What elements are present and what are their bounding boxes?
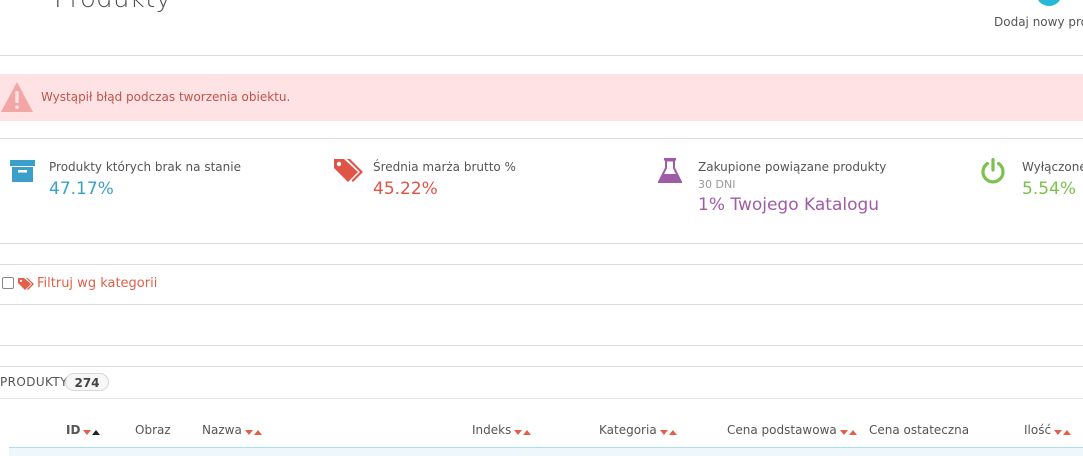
kpi-out-of-stock[interactable]: [10, 158, 36, 184]
sort-asc-icon[interactable]: [1063, 429, 1072, 435]
warning-icon: [1, 82, 33, 112]
kpi-value: 45.22%: [373, 179, 438, 199]
filter-by-category-link[interactable]: Filtruj wg kategorii: [37, 276, 157, 291]
kpi-value: 5.54%: [1022, 179, 1077, 199]
column-header-image: Obraz: [135, 423, 171, 437]
filter-category-checkbox[interactable]: [2, 277, 14, 289]
divider: [0, 304, 1083, 305]
sort-desc-icon[interactable]: [659, 429, 668, 435]
sort-asc-icon[interactable]: [253, 429, 262, 435]
kpi-label: Średnia marża brutto %: [373, 160, 516, 174]
sort-desc-icon[interactable]: [244, 429, 253, 435]
sort-asc-icon[interactable]: [848, 429, 857, 435]
divider: [0, 366, 1083, 367]
sort-asc-icon[interactable]: [523, 429, 532, 435]
kpi-value: 47.17%: [49, 179, 114, 199]
divider: [0, 264, 1083, 265]
tags-icon: [18, 278, 34, 290]
divider: [0, 398, 1083, 399]
column-header-id[interactable]: ID: [66, 423, 101, 438]
products-count-badge: 274: [65, 373, 109, 391]
column-header-quantity[interactable]: Ilość: [1024, 423, 1072, 438]
power-icon: [981, 158, 1005, 184]
kpi-gross-margin[interactable]: [333, 157, 363, 185]
flask-icon: [658, 158, 682, 183]
kpi-disabled[interactable]: [980, 158, 1006, 184]
column-header-label: Cena podstawowa: [727, 423, 837, 437]
column-header-name[interactable]: Nazwa: [202, 423, 263, 438]
kpi-value: 1% Twojego Katalogu: [698, 195, 880, 215]
kpi-label: Wyłączone: [1022, 160, 1083, 174]
add-new-product-icon[interactable]: [1036, 0, 1062, 6]
column-header-base-price[interactable]: Cena podstawowa: [727, 423, 858, 438]
column-header-label: ID: [66, 423, 81, 437]
products-heading: PRODUKTY: [0, 375, 68, 389]
column-header-label: Indeks: [472, 423, 512, 437]
divider: [0, 55, 1083, 56]
kpi-label: Zakupione powiązane produkty: [698, 160, 887, 174]
column-header-label: Ilość: [1024, 423, 1052, 437]
kpi-purchased-related[interactable]: [658, 158, 682, 184]
divider: [0, 243, 1083, 244]
page-title: Produkty: [54, 0, 171, 14]
column-header-label: Cena ostateczna: [869, 423, 970, 437]
sort-desc-icon[interactable]: [1054, 429, 1063, 435]
divider: [0, 345, 1083, 346]
sort-desc-icon[interactable]: [83, 429, 92, 435]
sort-asc-icon[interactable]: [668, 429, 677, 435]
add-new-product-button[interactable]: Dodaj nowy pro: [994, 15, 1083, 29]
divider: [0, 138, 1083, 139]
error-alert-message: Wystąpił błąd podczas tworzenia obiektu.: [41, 90, 291, 104]
column-header-label: Obraz: [135, 423, 171, 437]
column-header-label: Kategoria: [599, 423, 657, 437]
column-header-final-price: Cena ostateczna: [869, 423, 969, 437]
tags-icon: [334, 159, 363, 182]
table-filter-row: [9, 448, 1083, 456]
column-header-label: Nazwa: [202, 423, 242, 437]
column-header-reference[interactable]: Indeks: [472, 423, 532, 438]
column-header-category[interactable]: Kategoria: [599, 423, 678, 438]
box-icon: [10, 160, 35, 182]
sort-desc-icon[interactable]: [514, 429, 523, 435]
sort-desc-icon[interactable]: [839, 429, 848, 435]
kpi-label: Produkty których brak na stanie: [49, 160, 241, 174]
sort-asc-icon[interactable]: [92, 429, 101, 435]
kpi-period: 30 DNI: [698, 178, 736, 191]
